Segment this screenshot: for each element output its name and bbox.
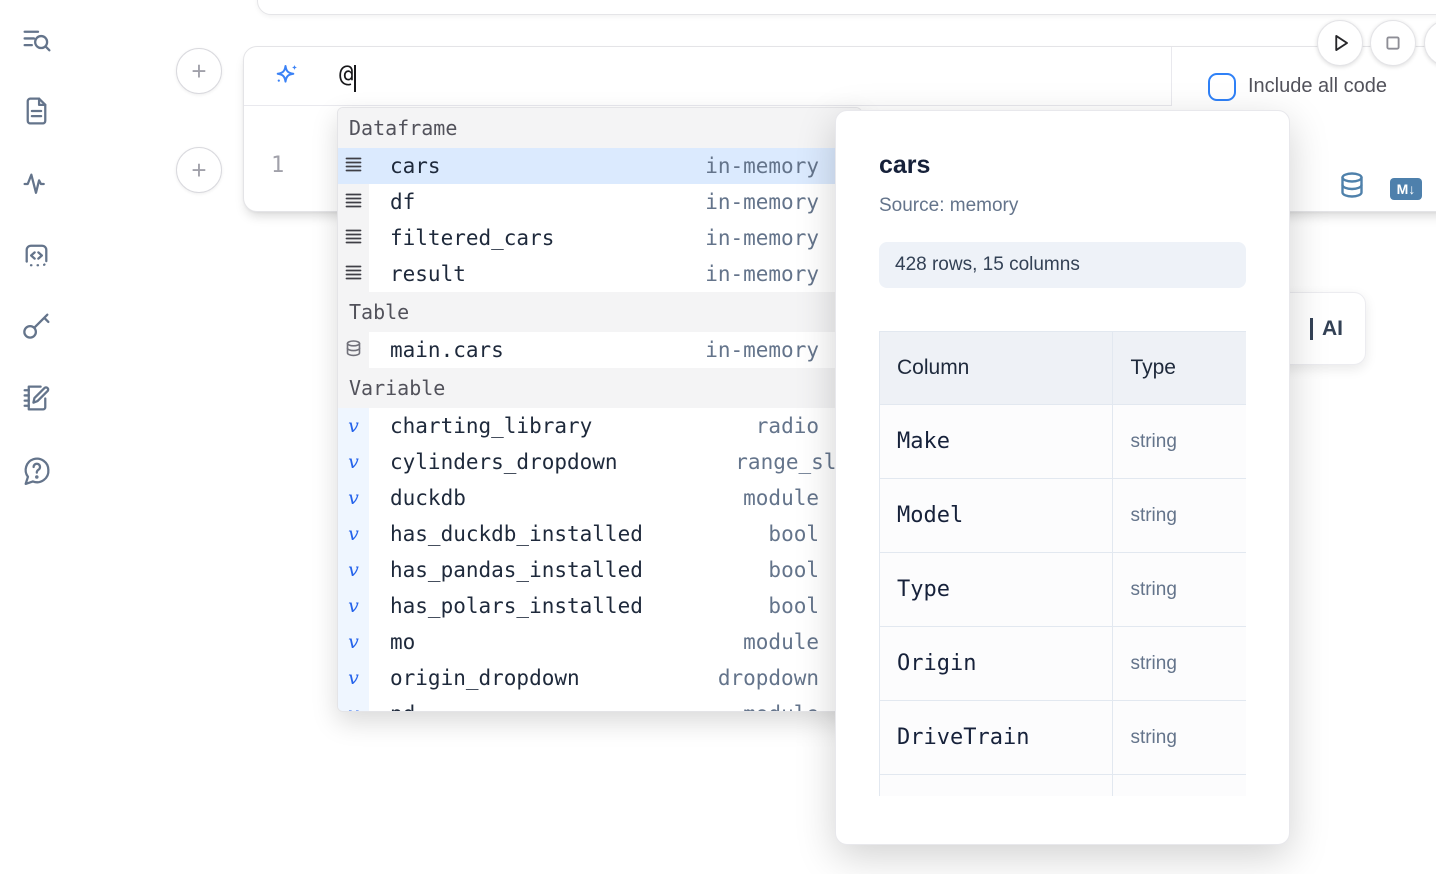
shape-badge: 428 rows, 15 columns — [879, 242, 1246, 288]
item-name: filtered_cars — [390, 226, 554, 250]
autocomplete-item-charting_library[interactable]: vcharting_libraryradio — [338, 408, 861, 444]
text-caret — [354, 65, 356, 92]
autocomplete-item-pd[interactable]: vpdmodule — [338, 696, 861, 712]
rows-icon — [338, 148, 369, 184]
item-name: has_polars_installed — [390, 594, 643, 618]
autocomplete-item-mo[interactable]: vmomodule — [338, 624, 861, 660]
autocomplete-item-df[interactable]: dfin-memory — [338, 184, 861, 220]
file-text-icon[interactable] — [20, 94, 53, 127]
variable-icon: v — [338, 624, 369, 660]
item-name: cylinders_dropdown — [390, 450, 618, 474]
table-row: Originstring — [880, 627, 1247, 701]
item-name: charting_library — [390, 414, 592, 438]
include-all-code-label: Include all code — [1248, 72, 1387, 101]
autocomplete-section-header: Table — [338, 292, 861, 332]
schema-header-type: Type — [1113, 332, 1246, 405]
item-name: origin_dropdown — [390, 666, 580, 690]
autocomplete-item-has_duckdb_installed[interactable]: vhas_duckdb_installedbool — [338, 516, 861, 552]
autocomplete-item-main.cars[interactable]: main.carsin-memory — [338, 332, 861, 368]
column-name: DriveTrain — [880, 701, 1113, 775]
rows-icon — [338, 184, 369, 220]
table-row: DriveTrainstring — [880, 701, 1247, 775]
autocomplete-item-cylinders_dropdown[interactable]: vcylinders_dropdownrange_slider — [338, 444, 861, 480]
item-name: main.cars — [390, 338, 504, 362]
variable-icon: v — [338, 660, 369, 696]
item-name: has_pandas_installed — [390, 558, 643, 582]
autocomplete-item-has_pandas_installed[interactable]: vhas_pandas_installedbool — [338, 552, 861, 588]
schema-header-column: Column — [880, 332, 1113, 405]
database-language-icon[interactable] — [1338, 171, 1366, 204]
sparkles-ai-icon — [272, 62, 301, 91]
table-row: Makestring — [880, 405, 1247, 479]
item-name: mo — [390, 630, 415, 654]
code-cell-icon[interactable] — [20, 239, 53, 272]
variable-icon: v — [338, 444, 369, 480]
column-type: string — [1113, 627, 1246, 701]
table-row: Modelstring — [880, 479, 1247, 553]
ai-prompt-input[interactable]: @ — [244, 47, 1171, 106]
table-row: Typestring — [880, 553, 1247, 627]
item-name: cars — [390, 154, 441, 178]
schema-table-wrap: Column Type MakestringModelstringTypestr… — [879, 331, 1246, 796]
item-name: pd — [390, 702, 415, 712]
autocomplete-item-origin_dropdown[interactable]: vorigin_dropdowndropdown — [338, 660, 861, 696]
activity-icon[interactable] — [20, 167, 53, 200]
stop-icon — [1378, 28, 1408, 58]
previous-cell-edge — [257, 0, 1436, 15]
column-type: string — [1113, 553, 1246, 627]
rows-icon — [338, 220, 369, 256]
schema-table: Column Type MakestringModelstringTypestr… — [879, 331, 1246, 796]
autocomplete-section-header: Variable — [338, 368, 861, 408]
variable-icon: v — [338, 516, 369, 552]
variable-icon: v — [338, 408, 369, 444]
variable-icon: v — [338, 588, 369, 624]
column-type: string — [1113, 701, 1246, 775]
play-icon — [1325, 28, 1355, 58]
help-icon[interactable] — [20, 454, 53, 487]
key-icon[interactable] — [20, 309, 53, 342]
rows-icon — [338, 256, 369, 292]
sidebar — [0, 0, 72, 874]
database-icon — [338, 332, 369, 368]
clipped-text-fragment — [1310, 318, 1313, 340]
list-search-icon[interactable] — [20, 24, 53, 57]
ai-button-label: AI — [1322, 317, 1343, 341]
column-name: Model — [880, 479, 1113, 553]
popup-title: cars — [879, 151, 1246, 180]
item-name: has_duckdb_installed — [390, 522, 643, 546]
column-type: string — [1113, 405, 1246, 479]
dataframe-preview-popup: cars Source: memory 428 rows, 15 columns… — [835, 110, 1290, 845]
prompt-text: @ — [339, 60, 353, 88]
autocomplete-item-cars[interactable]: carsin-memory — [338, 148, 861, 184]
autocomplete-item-filtered_cars[interactable]: filtered_carsin-memory — [338, 220, 861, 256]
variable-icon: v — [338, 696, 369, 712]
column-name: Make — [880, 405, 1113, 479]
popup-source: Source: memory — [879, 195, 1246, 217]
item-name: duckdb — [390, 486, 466, 510]
run-cell-button[interactable] — [1317, 20, 1363, 66]
item-name: result — [390, 262, 466, 286]
markdown-icon[interactable]: M↓ — [1390, 178, 1422, 200]
autocomplete-item-result[interactable]: resultin-memory — [338, 256, 861, 292]
autocomplete-section-header: Dataframe — [338, 108, 861, 148]
variable-icon: v — [338, 480, 369, 516]
column-type: string — [1113, 479, 1246, 553]
notebook-pen-icon[interactable] — [20, 381, 53, 414]
line-number: 1 — [271, 153, 284, 178]
column-name: Type — [880, 553, 1113, 627]
add-cell-button-top[interactable]: + — [176, 48, 222, 94]
variable-icon: v — [338, 552, 369, 588]
autocomplete-dropdown: Dataframecarsin-memorydfin-memoryfiltere… — [337, 107, 862, 712]
add-cell-button-bottom[interactable]: + — [176, 147, 222, 193]
stop-button[interactable] — [1370, 20, 1416, 66]
include-all-code-checkbox[interactable] — [1208, 73, 1236, 101]
autocomplete-item-has_polars_installed[interactable]: vhas_polars_installedbool — [338, 588, 861, 624]
autocomplete-item-duckdb[interactable]: vduckdbmodule — [338, 480, 861, 516]
table-row-partial — [880, 775, 1247, 797]
item-name: df — [390, 190, 415, 214]
column-name: Origin — [880, 627, 1113, 701]
